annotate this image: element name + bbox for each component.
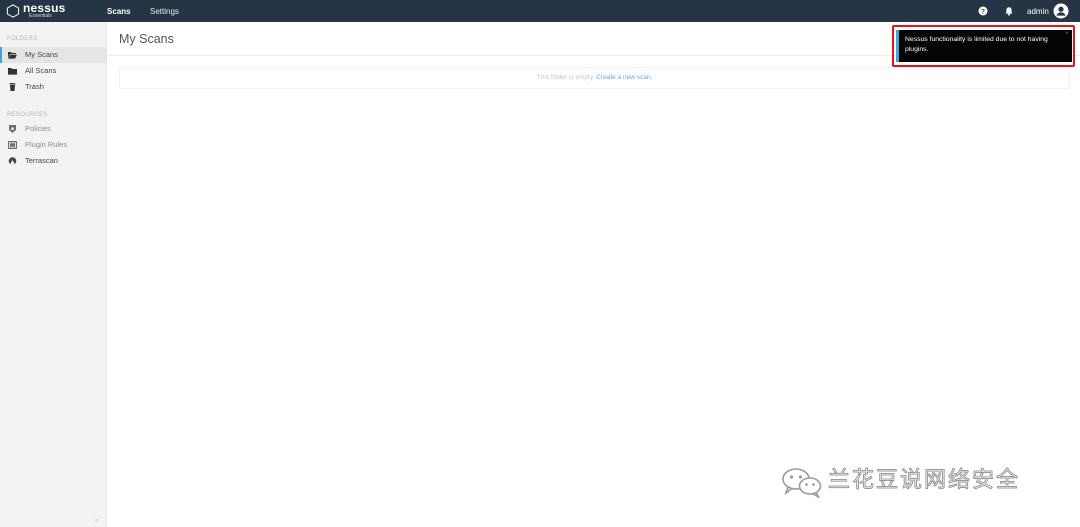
watermark-text: 兰花豆说网络安全 [827, 468, 1021, 494]
plugin-rules-icon [8, 141, 17, 149]
toast-close-button[interactable]: × [1065, 31, 1069, 37]
sidebar-item-policies[interactable]: Policies [0, 121, 106, 137]
page-title: My Scans [119, 32, 174, 46]
bell-icon[interactable] [1003, 5, 1015, 17]
folders-section-title: FOLDERS [7, 36, 38, 42]
plugin-warning-toast: Nessus functionality is limited due to n… [896, 30, 1072, 62]
folder-icon [8, 68, 17, 75]
sidebar-item-label: All Scans [25, 66, 57, 75]
resources-section-title: RESOURCES [7, 112, 48, 118]
sidebar-item-my-scans[interactable]: My Scans [0, 47, 106, 63]
empty-folder-message: This folder is empty. Create a new scan. [119, 67, 1070, 89]
logo-hexagon-icon [6, 4, 20, 18]
sidebar-item-trash[interactable]: Trash [0, 79, 106, 95]
toast-message: Nessus functionality is limited due to n… [905, 36, 1048, 53]
sidebar-item-label: My Scans [25, 50, 58, 59]
shield-icon [9, 125, 16, 133]
sidebar-item-all-scans[interactable]: All Scans [0, 63, 106, 79]
nav-scans-tab[interactable]: Scans [107, 0, 131, 22]
terrascan-icon [8, 157, 17, 165]
top-navigation-bar: nessus Essentials Scans Settings ? admin [0, 0, 1080, 22]
nessus-logo[interactable]: nessus Essentials [6, 2, 66, 20]
create-new-scan-link[interactable]: Create a new scan. [596, 74, 652, 81]
empty-folder-text: This folder is empty. [536, 74, 595, 81]
wechat-icon [782, 468, 822, 498]
sidebar-item-label: Plugin Rules [25, 140, 68, 149]
help-circle-icon[interactable]: ? [977, 5, 989, 17]
svg-text:?: ? [981, 8, 985, 15]
logo-edition: Essentials [29, 13, 52, 19]
trash-icon [9, 83, 16, 91]
collapse-sidebar-button[interactable]: « [95, 518, 98, 524]
sidebar-item-label: Policies [25, 124, 51, 133]
user-menu-label[interactable]: admin [1027, 0, 1049, 22]
sidebar-item-label: Terrascan [25, 156, 58, 165]
sidebar-item-terrascan[interactable]: Terrascan [0, 153, 106, 169]
sidebar-item-plugin-rules[interactable]: Plugin Rules [0, 137, 106, 153]
user-avatar-icon[interactable] [1053, 3, 1069, 19]
folder-open-icon [8, 52, 17, 59]
nav-settings-tab[interactable]: Settings [150, 0, 179, 22]
sidebar: FOLDERS My Scans All Scans Trash RESOURC… [0, 22, 107, 527]
sidebar-item-label: Trash [25, 82, 44, 91]
